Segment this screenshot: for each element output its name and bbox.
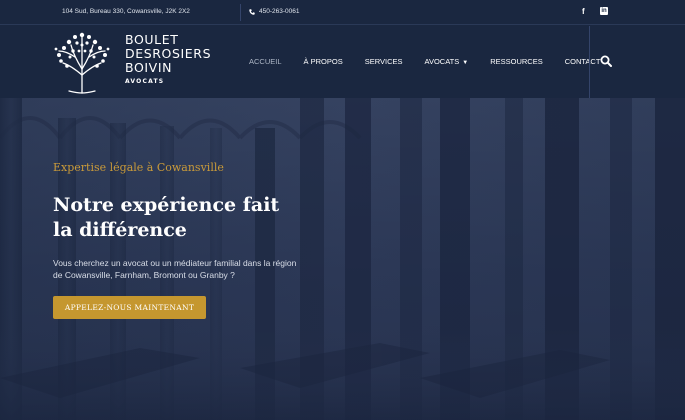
brand-line-3: BOIVIN xyxy=(125,60,173,75)
top-info-bar: 104 Sud, Bureau 330, Cowansville, J2K 2X… xyxy=(0,0,685,25)
nav-item-services[interactable]: SERVICES xyxy=(365,57,403,66)
phone-icon xyxy=(249,8,255,15)
tree-logo-icon[interactable] xyxy=(53,29,111,95)
brand-wordmark[interactable]: BOULET DESROSIERS BOIVIN AVOCATS xyxy=(125,32,212,86)
hero-description-line-2: de Cowansville, Farnham, Bromont ou Gran… xyxy=(53,269,235,280)
nav-item-avocats-label: AVOCATS xyxy=(424,57,460,66)
hero-title-line-2: la différence xyxy=(53,219,187,241)
hero-title-line-1: Notre expérience fait xyxy=(53,194,280,216)
address-text: 104 Sud, Bureau 330, Cowansville, J2K 2X… xyxy=(62,8,190,15)
hero-kicker: Expertise légale à Cowansville xyxy=(53,161,224,174)
call-now-button[interactable]: APPELEZ-NOUS MAINTENANT xyxy=(53,296,206,319)
phone-link[interactable]: 450-263-0061 xyxy=(249,8,299,15)
nav-item-ressources[interactable]: RESSOURCES xyxy=(490,57,543,66)
nav-item-a-propos[interactable]: À PROPOS xyxy=(304,57,343,66)
search-icon[interactable] xyxy=(600,55,612,67)
nav-item-contact[interactable]: CONTACT xyxy=(565,57,601,66)
hero-title: Notre expérience fait la différence xyxy=(53,193,313,243)
hero-section: Expertise légale à Cowansville Notre exp… xyxy=(0,98,685,420)
hero-description-line-1: Vous cherchez un avocat ou un médiateur … xyxy=(53,258,297,268)
linkedin-icon[interactable]: in xyxy=(600,7,608,15)
brand-line-2: DESROSIERS xyxy=(125,46,212,61)
hero-description: Vous cherchez un avocat ou un médiateur … xyxy=(53,258,328,281)
phone-number: 450-263-0061 xyxy=(259,8,300,15)
nav-item-accueil[interactable]: ACCUEIL xyxy=(249,57,282,66)
main-header: BOULET DESROSIERS BOIVIN AVOCATS ACCUEIL… xyxy=(0,26,685,98)
divider xyxy=(240,4,241,21)
brand-line-1: BOULET xyxy=(125,32,179,47)
primary-nav: ACCUEIL À PROPOS SERVICES AVOCATS ▼ RESSO… xyxy=(249,57,622,66)
nav-item-avocats[interactable]: AVOCATS ▼ xyxy=(425,57,469,66)
facebook-icon[interactable]: f xyxy=(582,7,585,16)
caret-down-icon: ▼ xyxy=(462,60,469,66)
divider xyxy=(589,26,590,98)
brand-subtitle: AVOCATS xyxy=(125,78,165,85)
